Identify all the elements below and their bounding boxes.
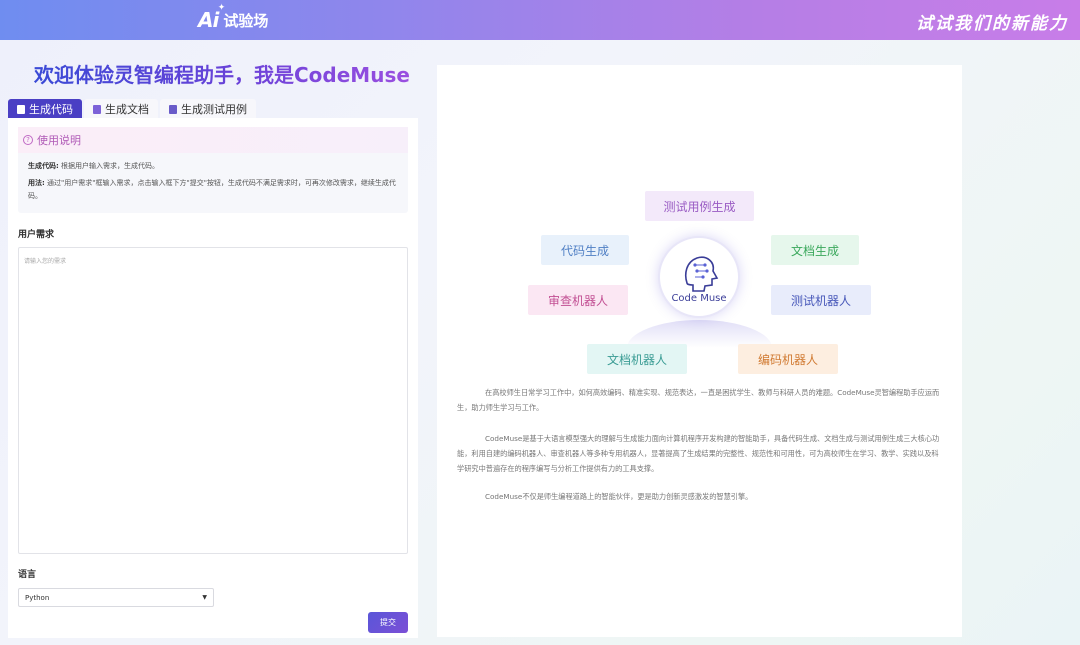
document-icon <box>93 104 101 114</box>
usage-guide-header[interactable]: ? 使用说明 <box>18 127 408 153</box>
top-bar: Ai ✦ 试验场 试试我们的新能力 <box>0 0 1080 40</box>
node-review-bot: 审查机器人 <box>528 285 628 315</box>
language-select[interactable]: Python ▼ <box>18 588 214 607</box>
usage-text: 根据用户输入需求，生成代码。 <box>61 162 160 170</box>
submit-button[interactable]: 提交 <box>368 612 408 633</box>
usage-line-1: 生成代码: 根据用户输入需求，生成代码。 <box>28 160 398 173</box>
usage-label: 用法: <box>28 179 45 187</box>
tab-generate-test[interactable]: 生成测试用例 <box>160 99 256 119</box>
chevron-down-icon: ▼ <box>202 594 207 601</box>
requirement-input[interactable]: 请输入您的需求 <box>18 247 408 554</box>
intro-paragraph-1: 在高校师生日常学习工作中，如何高效编码、精准实现、规范表达，一直是困扰学生、教师… <box>457 388 940 412</box>
sparkle-icon: ✦ <box>217 3 225 13</box>
language-value: Python <box>25 593 50 602</box>
test-icon <box>169 104 177 114</box>
intro-paragraph-3: CodeMuse不仅是师生编程道路上的智能伙伴，更是助力创新灵感激发的智慧引擎。 <box>485 492 753 501</box>
tab-bar: 生成代码 生成文档 生成测试用例 <box>8 99 256 119</box>
tab-label: 生成测试用例 <box>181 103 247 116</box>
input-panel: ? 使用说明 生成代码: 根据用户输入需求，生成代码。 用法: 通过"用户需求"… <box>8 118 418 638</box>
usage-guide-body: 生成代码: 根据用户输入需求，生成代码。 用法: 通过"用户需求"框输入需求，点… <box>18 153 408 214</box>
slogan: 试试我们的新能力 <box>916 14 1068 34</box>
usage-guide: ? 使用说明 生成代码: 根据用户输入需求，生成代码。 用法: 通过"用户需求"… <box>18 127 408 213</box>
intro-paragraph-2: CodeMuse是基于大语言模型强大的理解与生成能力面向计算机程序开发构建的智能… <box>457 434 940 473</box>
requirement-placeholder: 请输入您的需求 <box>24 258 67 265</box>
requirement-label: 用户需求 <box>18 230 55 240</box>
intro-panel: 测试用例生成 代码生成 文档生成 审查机器人 测试机器人 文档机器人 编码机器人… <box>437 65 962 637</box>
tab-label: 生成代码 <box>29 103 73 116</box>
logo-ai: Ai ✦ <box>198 3 225 32</box>
node-test-case-gen: 测试用例生成 <box>645 191 754 221</box>
logo-name: 试验场 <box>223 11 269 30</box>
page-title: 欢迎体验灵智编程助手，我是CodeMuse <box>34 59 410 88</box>
node-doc-bot: 文档机器人 <box>587 344 687 374</box>
language-label: 语言 <box>18 570 37 580</box>
usage-line-2: 用法: 通过"用户需求"框输入需求，点击输入框下方"提交"按钮，生成代码不满足需… <box>28 177 398 203</box>
node-doc-gen: 文档生成 <box>771 235 859 265</box>
hub-label: Code Muse <box>671 293 727 304</box>
tab-generate-code[interactable]: 生成代码 <box>8 99 82 119</box>
help-icon: ? <box>23 135 33 145</box>
tab-label: 生成文档 <box>105 103 149 116</box>
node-code-gen: 代码生成 <box>541 235 629 265</box>
usage-guide-title: 使用说明 <box>37 134 81 147</box>
usage-text: 通过"用户需求"框输入需求，点击输入框下方"提交"按钮，生成代码不满足需求时，可… <box>28 179 396 200</box>
codemuse-hub: Code Muse <box>658 236 740 318</box>
logo[interactable]: Ai ✦ 试验场 <box>198 3 269 32</box>
node-code-bot: 编码机器人 <box>738 344 838 374</box>
tab-generate-doc[interactable]: 生成文档 <box>84 99 158 119</box>
brain-circuit-icon <box>684 256 719 292</box>
usage-label: 生成代码: <box>28 162 59 170</box>
node-test-bot: 测试机器人 <box>771 285 871 315</box>
feature-diagram: 测试用例生成 代码生成 文档生成 审查机器人 测试机器人 文档机器人 编码机器人… <box>437 65 962 385</box>
code-icon <box>17 104 25 114</box>
